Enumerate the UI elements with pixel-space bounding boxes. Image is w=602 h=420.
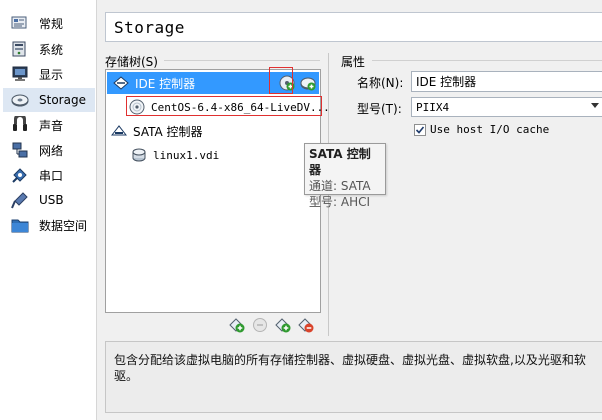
tree-item-hard-disk-attachment[interactable]: linux1.vdi <box>107 144 319 166</box>
audio-icon <box>11 116 29 134</box>
remove-attachment-icon <box>298 317 314 333</box>
sidebar-item-label: Storage <box>39 93 86 107</box>
tree-item-sata-controller[interactable]: SATA 控制器 <box>107 120 319 142</box>
page-title-text: Storage <box>114 17 185 37</box>
controller-tooltip: SATA 控制器 通道: SATA 型号: AHCI <box>304 143 386 209</box>
storage-tree-label: 存储树(S) <box>105 55 158 69</box>
remove-attachment-button[interactable] <box>297 316 315 334</box>
add-cd-dvd-icon <box>279 75 295 91</box>
storage-tree-divider <box>164 60 320 61</box>
sidebar-item-label: 常规 <box>39 16 64 31</box>
sidebar-item-audio[interactable]: 声音 <box>3 113 95 137</box>
sidebar-item-label: 网络 <box>39 143 64 158</box>
usb-icon <box>11 191 29 209</box>
add-hard-disk-icon <box>300 75 316 91</box>
network-icon <box>11 141 29 159</box>
storage-icon <box>11 91 29 109</box>
sidebar-item-label: 显示 <box>39 67 64 82</box>
sidebar-item-shared-folders[interactable]: 数据空间 <box>3 213 95 237</box>
add-controller-icon <box>229 317 245 333</box>
sidebar-item-serial-ports[interactable]: 串口 <box>3 163 95 187</box>
sidebar-item-usb[interactable]: USB <box>3 188 95 212</box>
page-title: Storage <box>105 12 602 42</box>
tree-item-cd-attachment[interactable]: CentOS-6.4-x86_64-LiveDV... <box>107 96 330 118</box>
description-box: 包含分配给该虚拟电脑的所有存储控制器、虚拟硬盘、虚拟光盘、虚拟软盘,以及光驱和软… <box>105 341 602 413</box>
controller-type-select[interactable]: PIIX4 <box>411 97 602 117</box>
sidebar-item-display[interactable]: 显示 <box>3 62 95 86</box>
sata-controller-icon <box>111 123 127 139</box>
storage-tree[interactable]: IDE 控制器 CentOS-6.4-x86_64-LiveDV... SATA… <box>105 69 330 313</box>
display-icon <box>11 65 29 83</box>
attributes-divider <box>372 60 602 61</box>
tooltip-port-line: 通道: SATA <box>309 179 371 193</box>
tooltip-type-line: 型号: AHCI <box>309 195 371 209</box>
host-io-cache-checkbox[interactable] <box>414 124 426 136</box>
sidebar-item-network[interactable]: 网络 <box>3 138 95 162</box>
checkmark-icon <box>415 126 425 134</box>
sidebar-item-label: 声音 <box>39 118 64 133</box>
optical-disc-icon <box>129 99 145 115</box>
add-attachment-icon <box>275 317 291 333</box>
add-attachment-button[interactable] <box>274 316 292 334</box>
tree-item-ide-controller[interactable]: IDE 控制器 <box>107 72 319 94</box>
controller-name-value: IDE 控制器 <box>416 75 477 89</box>
settings-sidebar: 常规 系统 显示 Storage 声音 网络 串口 USB 数据空间 <box>0 0 97 420</box>
add-hard-disk-button[interactable] <box>299 74 317 92</box>
name-label: 名称(N): <box>357 76 404 90</box>
chevron-down-icon <box>591 103 599 108</box>
sidebar-item-label: 数据空间 <box>39 218 88 233</box>
tree-item-label: CentOS-6.4-x86_64-LiveDV... <box>151 100 330 114</box>
sidebar-item-storage[interactable]: Storage <box>3 88 95 112</box>
sidebar-item-label: 系统 <box>39 42 64 57</box>
tree-item-label: SATA 控制器 <box>133 124 203 139</box>
system-icon <box>11 40 29 58</box>
tooltip-title: SATA 控制器 <box>309 147 371 177</box>
ide-controller-icon <box>113 75 129 91</box>
sidebar-item-label: USB <box>39 193 64 207</box>
tree-item-label: IDE 控制器 <box>135 76 196 91</box>
host-io-cache-label: Use host I/O cache <box>430 123 550 136</box>
general-icon <box>11 14 29 32</box>
add-cd-dvd-button[interactable] <box>278 74 296 92</box>
add-controller-button[interactable] <box>228 316 246 334</box>
description-text: 包含分配给该虚拟电脑的所有存储控制器、虚拟硬盘、虚拟光盘、虚拟软盘,以及光驱和软… <box>114 353 586 383</box>
tree-item-label: linux1.vdi <box>153 148 220 162</box>
remove-controller-icon <box>252 317 268 333</box>
sidebar-item-label: 串口 <box>39 168 64 183</box>
controller-type-value: PIIX4 <box>416 100 450 114</box>
shared-folders-icon <box>11 216 29 234</box>
controller-name-field[interactable]: IDE 控制器 <box>411 71 602 92</box>
type-label: 型号(T): <box>357 102 402 116</box>
sidebar-item-general[interactable]: 常规 <box>3 11 95 35</box>
hard-disk-icon <box>131 147 147 163</box>
attributes-label: 属性 <box>341 55 366 69</box>
remove-controller-button[interactable] <box>251 316 269 334</box>
serial-port-icon <box>11 166 29 184</box>
sidebar-item-system[interactable]: 系统 <box>3 37 95 61</box>
